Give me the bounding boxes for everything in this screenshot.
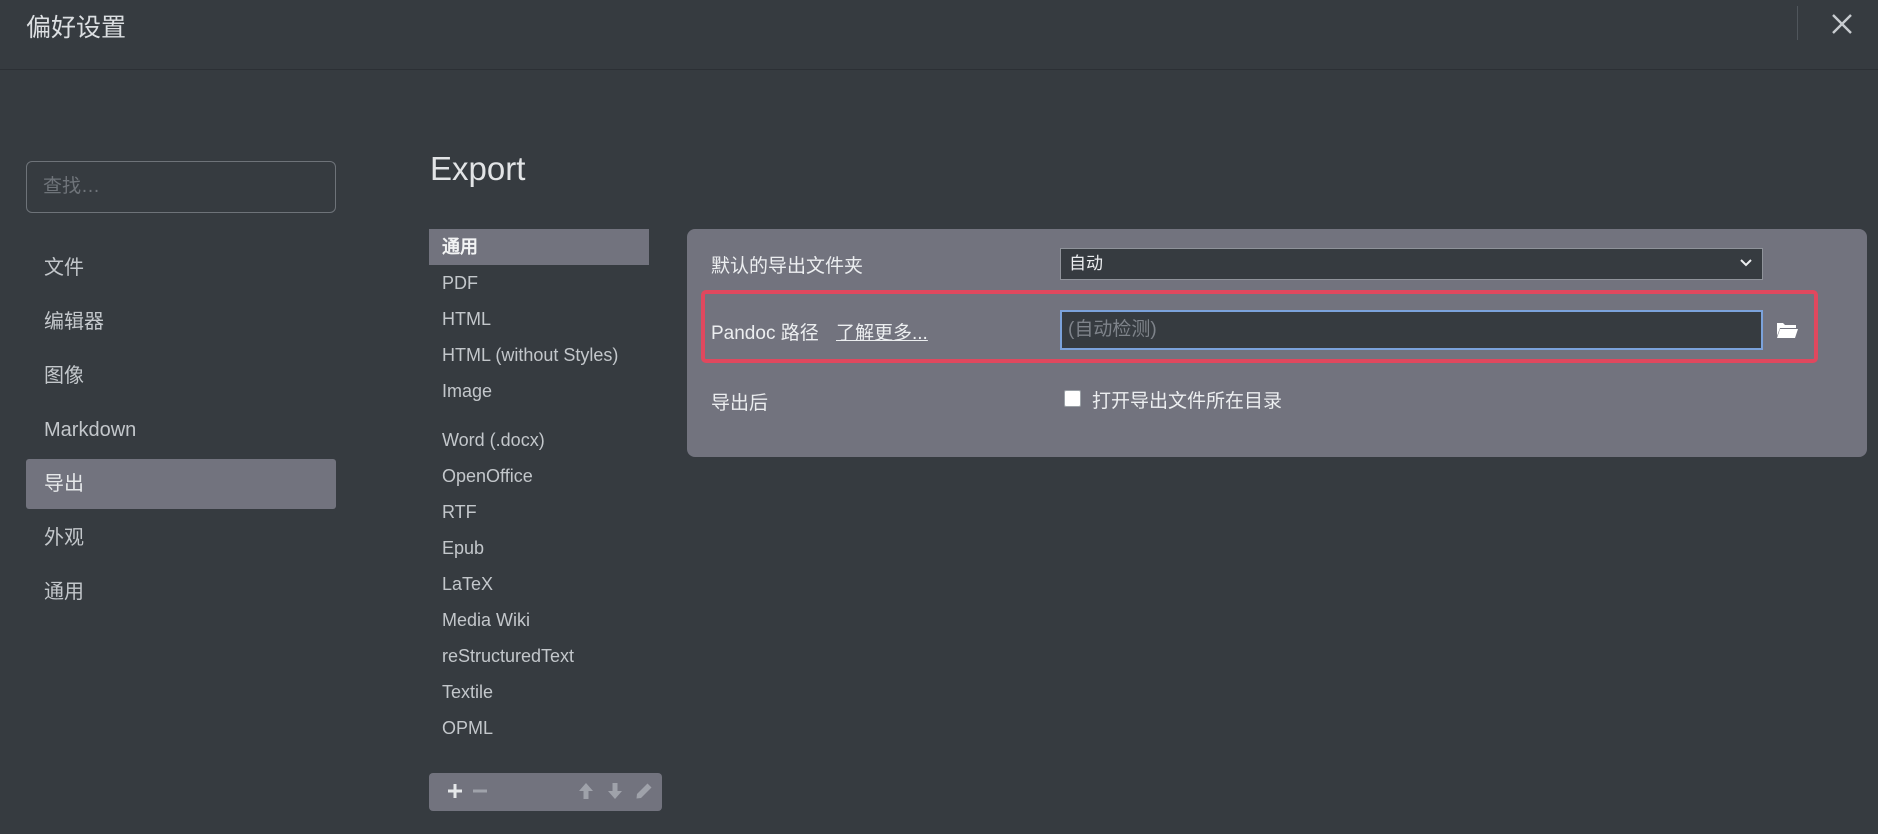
remove-format-button[interactable] [468, 779, 492, 805]
plus-icon [448, 784, 462, 798]
pandoc-path-label: Pandoc 路径 [711, 323, 819, 344]
format-item-opml[interactable]: OPML [429, 710, 649, 746]
sidebar-item-image[interactable]: 图像 [26, 351, 336, 401]
page-title: Export [430, 150, 526, 187]
format-item-html[interactable]: HTML [429, 301, 649, 337]
sidebar-item-appearance[interactable]: 外观 [26, 513, 336, 563]
pandoc-path-input[interactable] [1060, 310, 1763, 350]
format-item-rtf[interactable]: RTF [429, 494, 649, 530]
chevron-down-icon [1738, 249, 1754, 289]
title-divider [1797, 6, 1798, 40]
format-item-textile[interactable]: Textile [429, 674, 649, 710]
export-format-list: 通用 PDF HTML HTML (without Styles) Image … [429, 229, 649, 746]
default-folder-value: 自动 [1069, 254, 1103, 273]
after-export-label: 导出后 [711, 393, 769, 414]
format-item-html-without-styles[interactable]: HTML (without Styles) [429, 337, 649, 373]
arrow-down-icon [608, 783, 622, 799]
edit-format-button[interactable] [632, 779, 656, 805]
move-down-button[interactable] [603, 779, 627, 805]
sidebar-item-export[interactable]: 导出 [26, 459, 336, 509]
window-title: 偏好设置 [26, 14, 127, 42]
default-folder-select[interactable]: 自动 [1060, 248, 1763, 280]
close-button[interactable] [1822, 4, 1862, 44]
folder-icon [1776, 323, 1798, 338]
sidebar-item-general[interactable]: 通用 [26, 567, 336, 617]
format-item-restructuredtext[interactable]: reStructuredText [429, 638, 649, 674]
export-settings-panel: 默认的导出文件夹 自动 Pandoc 路径 了解更多... 导出后 打开导出文件… [687, 229, 1867, 457]
title-bar: 偏好设置 [0, 0, 1878, 70]
open-folder-checkbox-label[interactable]: 打开导出文件所在目录 [1092, 386, 1282, 413]
format-item-image[interactable]: Image [429, 373, 649, 409]
format-item-word[interactable]: Word (.docx) [429, 422, 649, 458]
close-icon [1832, 14, 1852, 34]
open-folder-checkbox[interactable] [1064, 390, 1081, 407]
default-folder-label: 默认的导出文件夹 [711, 256, 864, 277]
sidebar-item-markdown[interactable]: Markdown [26, 405, 336, 455]
search-input[interactable] [26, 161, 336, 213]
format-item-general[interactable]: 通用 [429, 229, 649, 265]
format-list-toolbar [429, 773, 662, 811]
sidebar-item-file[interactable]: 文件 [26, 243, 336, 293]
learn-more-link[interactable]: 了解更多... [836, 318, 928, 345]
format-item-pdf[interactable]: PDF [429, 265, 649, 301]
arrow-up-icon [579, 783, 593, 799]
minus-icon [473, 789, 487, 793]
sidebar-item-editor[interactable]: 编辑器 [26, 297, 336, 347]
add-format-button[interactable] [443, 779, 467, 805]
sidebar: 文件 编辑器 图像 Markdown 导出 外观 通用 [26, 243, 336, 621]
format-item-epub[interactable]: Epub [429, 530, 649, 566]
browse-folder-button[interactable] [1774, 318, 1800, 342]
pencil-icon [636, 783, 652, 799]
format-item-latex[interactable]: LaTeX [429, 566, 649, 602]
format-item-openoffice[interactable]: OpenOffice [429, 458, 649, 494]
format-item-mediawiki[interactable]: Media Wiki [429, 602, 649, 638]
move-up-button[interactable] [574, 779, 598, 805]
